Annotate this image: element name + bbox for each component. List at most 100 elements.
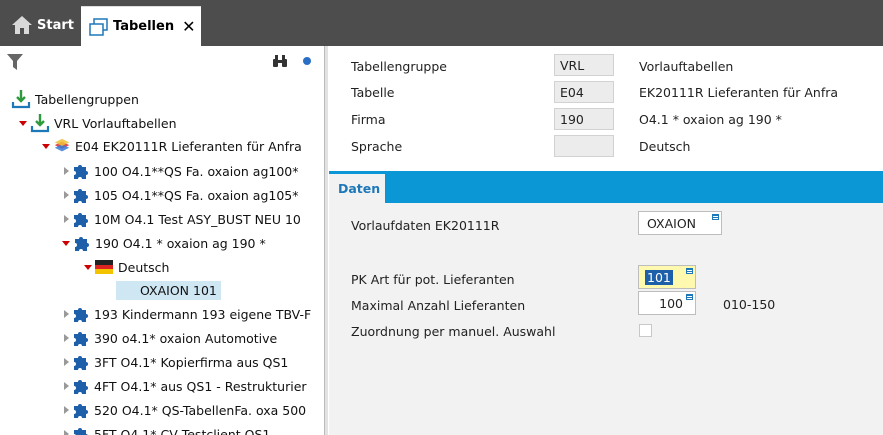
tree-node-label: 190 O4.1 * oxaion ag 190 * — [95, 235, 266, 251]
puzzle-icon — [75, 237, 89, 251]
tree-node-label: Tabellengruppen — [35, 91, 139, 107]
tree-node-label: Deutsch — [118, 259, 170, 275]
tabelle-label: Tabelle — [351, 84, 395, 100]
top-tab-bar: Start Tabellen ✕ — [0, 0, 883, 46]
tree-node-label: 105 O4.1**QS Fa. oxaion ag105* — [94, 187, 299, 203]
expanded-arrow-icon[interactable] — [42, 143, 50, 149]
puzzle-icon — [74, 356, 88, 370]
vorlaufdaten-value: OXAION — [647, 216, 697, 231]
tree-node-label: 520 O4.1* QS-TabellenFa. oxa 500 — [94, 402, 307, 418]
puzzle-icon — [74, 213, 88, 227]
close-icon[interactable]: ✕ — [182, 17, 195, 36]
tree-node-label: E04 EK20111R Lieferanten für Anfra — [75, 138, 302, 154]
tree-node-label: 10M O4.1 Test ASY_BUST NEU 10 — [94, 211, 301, 227]
puzzle-icon — [74, 404, 88, 418]
detail-panel: Tabellengruppe VRL Vorlauftabellen Tabel… — [329, 46, 883, 435]
puzzle-icon — [74, 380, 88, 394]
collapsed-arrow-icon[interactable] — [64, 406, 69, 414]
tab-tabellen[interactable]: Tabellen ✕ — [81, 6, 201, 46]
puzzle-icon — [74, 308, 88, 322]
tabellengruppe-field: VRL — [554, 54, 614, 76]
tree-node-company[interactable]: 3FT O4.1* Kopierfirma aus QS1 — [64, 351, 288, 373]
tree-panel: Tabellengruppen VRL Vorlauftabellen E04 … — [0, 46, 324, 435]
german-flag-icon — [95, 260, 113, 274]
status-dot-icon — [303, 57, 311, 65]
collapsed-arrow-icon[interactable] — [64, 382, 69, 390]
collapsed-arrow-icon[interactable] — [64, 310, 69, 318]
sprache-desc: Deutsch — [639, 138, 691, 154]
tree-node-oxaion-selected[interactable]: OXAION 101 — [116, 279, 221, 301]
download-icon — [11, 90, 31, 109]
puzzle-icon — [74, 428, 88, 435]
lookup-icon[interactable] — [686, 294, 693, 300]
pk-art-value: 101 — [645, 270, 673, 285]
tabelle-field: E04 — [554, 81, 614, 103]
firma-label: Firma — [351, 111, 386, 127]
tree-node-language[interactable]: Deutsch — [84, 256, 169, 278]
vorlaufdaten-field[interactable]: OXAION — [638, 211, 722, 235]
window-icon — [89, 17, 108, 36]
puzzle-icon — [74, 332, 88, 346]
binoculars-icon[interactable] — [272, 54, 288, 68]
collapsed-arrow-icon[interactable] — [64, 167, 69, 175]
tree-node-company[interactable]: 193 Kindermann 193 eigene TBV-F — [64, 303, 311, 325]
tree-node-company[interactable]: 5FT O4.1* CV Testclient QS1 — [64, 423, 270, 435]
tree-node-vrl[interactable]: VRL Vorlauftabellen — [19, 112, 177, 134]
tree-node-label: VRL Vorlauftabellen — [54, 115, 177, 131]
tab-tabellen-label: Tabellen — [113, 19, 175, 34]
tabelle-desc: EK20111R Lieferanten für Anfra — [639, 84, 839, 100]
tree-node-company[interactable]: 520 O4.1* QS-TabellenFa. oxa 500 — [64, 399, 306, 421]
daten-content: Vorlaufdaten EK20111R OXAION PK Art für … — [329, 203, 883, 435]
tabellengruppe-desc: Vorlauftabellen — [639, 58, 734, 74]
tree-node-company[interactable]: 10M O4.1 Test ASY_BUST NEU 10 — [64, 208, 301, 230]
filter-icon[interactable] — [7, 53, 23, 71]
tab-daten[interactable]: Daten — [329, 174, 385, 203]
tree-node-label: 4FT O4.1* aus QS1 - Restrukturier — [94, 378, 307, 394]
lookup-icon[interactable] — [712, 214, 719, 220]
tree-node-company[interactable]: 4FT O4.1* aus QS1 - Restrukturier — [64, 375, 307, 397]
tree-node-company[interactable]: 105 O4.1**QS Fa. oxaion ag105* — [64, 184, 299, 206]
pk-art-label: PK Art für pot. Lieferanten — [351, 271, 515, 287]
lookup-icon[interactable] — [686, 268, 693, 274]
tree-node-label: 193 Kindermann 193 eigene TBV-F — [94, 306, 312, 322]
tree-node-label: 100 O4.1**QS Fa. oxaion ag100* — [94, 163, 299, 179]
tree-node-label: 3FT O4.1* Kopierfirma aus QS1 — [94, 354, 289, 370]
tree-node-company[interactable]: 100 O4.1**QS Fa. oxaion ag100* — [64, 160, 299, 182]
sprache-field — [554, 135, 614, 157]
tree-node-company[interactable]: 390 o4.1* oxaion Automotive — [64, 327, 277, 349]
firma-field: 190 — [554, 108, 614, 130]
expanded-arrow-icon[interactable] — [62, 240, 70, 246]
collapsed-arrow-icon[interactable] — [64, 191, 69, 199]
max-anzahl-value: 100 — [659, 296, 683, 311]
puzzle-icon — [74, 189, 88, 203]
panel-splitter[interactable] — [324, 46, 328, 435]
tree-node-label: 5FT O4.1* CV Testclient QS1 — [94, 426, 271, 435]
vorlaufdaten-label: Vorlaufdaten EK20111R — [351, 217, 500, 233]
firma-desc: O4.1 * oxaion ag 190 * — [639, 111, 782, 127]
sprache-label: Sprache — [351, 138, 403, 154]
daten-tabbar — [329, 171, 883, 203]
collapsed-arrow-icon[interactable] — [64, 215, 69, 223]
tree-node-label: OXAION 101 — [116, 280, 221, 300]
zuordnung-label: Zuordnung per manuel. Auswahl — [351, 323, 556, 339]
expanded-arrow-icon[interactable] — [84, 264, 92, 270]
collapsed-arrow-icon[interactable] — [64, 358, 69, 366]
max-anzahl-range: 010-150 — [723, 297, 776, 312]
pk-art-input[interactable]: 101 — [638, 265, 696, 289]
tabellengruppe-label: Tabellengruppe — [351, 58, 447, 74]
max-anzahl-label: Maximal Anzahl Lieferanten — [351, 297, 526, 313]
zuordnung-checkbox[interactable] — [639, 324, 652, 337]
tree-node-company-190[interactable]: 190 O4.1 * oxaion ag 190 * — [62, 232, 266, 254]
collapsed-arrow-icon[interactable] — [64, 334, 69, 342]
tree-node-tabellengruppen[interactable]: Tabellengruppen — [11, 88, 139, 110]
table-stack-icon — [54, 138, 70, 152]
collapsed-arrow-icon[interactable] — [64, 430, 69, 435]
tab-start-label: Start — [37, 17, 74, 33]
max-anzahl-input[interactable]: 100 — [638, 291, 696, 315]
puzzle-icon — [74, 165, 88, 179]
home-icon — [12, 16, 32, 34]
tree-node-e04[interactable]: E04 EK20111R Lieferanten für Anfra — [42, 135, 302, 157]
expanded-arrow-icon[interactable] — [19, 120, 27, 126]
tab-start[interactable]: Start — [0, 6, 80, 44]
tree-node-label: 390 o4.1* oxaion Automotive — [94, 330, 278, 346]
